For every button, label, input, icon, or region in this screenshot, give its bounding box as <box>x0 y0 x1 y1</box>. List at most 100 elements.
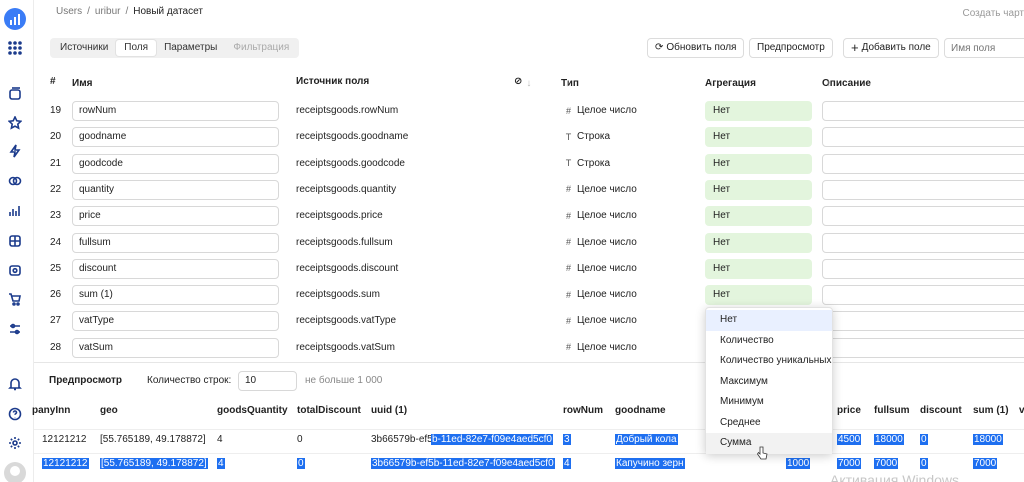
menu-item-max[interactable]: Максимум <box>706 372 832 393</box>
aggregation-select[interactable]: Нет <box>705 101 812 121</box>
breadcrumb-current: Новый датасет <box>133 6 203 17</box>
aggregation-select[interactable]: Нет <box>705 179 812 200</box>
plus-icon: + <box>851 40 859 55</box>
field-type-select[interactable]: # Целое число <box>564 263 637 274</box>
field-type-select[interactable]: # Целое число <box>564 184 637 195</box>
column-source[interactable]: Источник поля <box>296 76 369 87</box>
settings-gear-icon[interactable] <box>7 435 23 451</box>
hide-eye-icon[interactable]: ⊘ ↓ <box>514 76 531 89</box>
field-name-input[interactable]: sum (1) <box>72 285 279 306</box>
field-source: receiptsgoods.quantity <box>296 183 397 195</box>
help-icon[interactable] <box>7 406 23 422</box>
table-row: 12121212 [55.765189, 49.178872] 4 0 3b66… <box>34 429 1024 449</box>
aggregation-select[interactable]: Нет <box>705 285 812 306</box>
rows-count-input[interactable]: 10 <box>238 371 297 391</box>
fields-table-header: # Имя ↓ Источник поля ⊘ ↓ Тип ↓ Агрегация ↓ … <box>50 76 871 89</box>
field-type-select[interactable]: # Целое число <box>564 342 637 353</box>
field-source: receiptsgoods.discount <box>296 262 399 274</box>
notifications-bell-icon[interactable] <box>7 376 23 392</box>
field-type-select[interactable]: # Целое число <box>564 315 637 326</box>
field-type-select[interactable]: # Целое число <box>564 105 637 116</box>
aggregation-select[interactable]: Нет <box>705 232 812 253</box>
field-name-input[interactable]: rowNum <box>72 101 279 121</box>
aggregation-select[interactable]: Нет <box>705 127 812 148</box>
row-number: 25 <box>50 262 62 274</box>
field-name-input[interactable]: fullsum <box>72 232 279 253</box>
integer-type-icon: # <box>565 289 571 300</box>
add-field-button[interactable]: + Добавить поле <box>843 38 939 58</box>
field-name-input[interactable]: vatType <box>72 311 279 332</box>
field-search-input[interactable] <box>944 38 1024 58</box>
aggregation-dropdown-menu: Нет Количество Количество уникальных Мак… <box>705 307 833 454</box>
row-number: 20 <box>50 131 62 143</box>
create-chart-button[interactable]: Создать чарт <box>963 8 1024 19</box>
field-type-select[interactable]: T Строка <box>564 131 610 142</box>
tab-filtering: Фильтрация <box>233 42 290 53</box>
field-name-input[interactable]: vatSum <box>72 337 279 358</box>
aggregation-select[interactable]: Нет <box>705 206 812 227</box>
tab-parameters[interactable]: Параметры <box>156 40 225 56</box>
field-description-input[interactable] <box>822 232 1024 253</box>
cart-icon[interactable] <box>7 291 23 307</box>
breadcrumb-item-users[interactable]: Users <box>56 6 82 17</box>
field-description-input[interactable] <box>822 127 1024 148</box>
charts-icon[interactable] <box>7 203 23 219</box>
left-nav-rail <box>0 0 34 482</box>
dashboards-icon[interactable] <box>7 233 23 249</box>
lightning-icon[interactable] <box>7 143 23 159</box>
field-description-input[interactable] <box>822 153 1024 174</box>
aggregation-select[interactable]: Нет <box>705 153 812 174</box>
field-name-input[interactable]: quantity <box>72 179 279 200</box>
integer-type-icon: # <box>565 210 571 221</box>
integer-type-icon: # <box>565 237 571 247</box>
tab-fields[interactable]: Поля <box>116 40 157 56</box>
string-type-icon: T <box>565 131 572 142</box>
table-row: 20 goodname receiptsgoods.goodname T Строка Н… <box>34 124 1024 150</box>
menu-item-min[interactable]: Минимум <box>706 392 832 413</box>
field-type-select[interactable]: T Строка <box>564 158 610 169</box>
field-description-input[interactable] <box>822 285 1024 306</box>
connections-icon[interactable] <box>7 173 23 189</box>
menu-item-count[interactable]: Количество <box>706 331 832 352</box>
table-row: 23 price receiptsgoods.price # Целое число Не… <box>34 203 1024 229</box>
datalens-logo-icon[interactable] <box>4 8 26 30</box>
preview-button[interactable]: Предпросмотр <box>749 38 833 58</box>
user-avatar[interactable] <box>4 462 26 482</box>
datasets-icon[interactable] <box>7 262 23 278</box>
field-type-select[interactable]: # Целое число <box>564 289 637 300</box>
field-name-input[interactable]: price <box>72 206 279 227</box>
menu-item-sum[interactable]: Сумма <box>706 433 832 454</box>
preview-panel: Предпросмотр Количество строк: 10 не бол… <box>32 362 1024 482</box>
field-description-input[interactable] <box>822 206 1024 227</box>
row-number: 19 <box>50 105 62 116</box>
field-source: receiptsgoods.sum <box>296 289 380 301</box>
field-description-input[interactable] <box>822 258 1024 279</box>
field-description-input[interactable] <box>822 337 1024 358</box>
tab-sources[interactable]: Источники <box>52 40 116 56</box>
field-name-input[interactable]: goodname <box>72 127 279 148</box>
apps-grid-icon[interactable] <box>7 40 23 56</box>
field-type-select[interactable]: # Целое число <box>564 210 637 221</box>
table-row: 22 quantity receiptsgoods.quantity # Целое ч… <box>34 177 1024 203</box>
settings-sliders-icon[interactable] <box>7 321 23 337</box>
field-name-input[interactable]: discount <box>72 258 279 279</box>
collections-icon[interactable] <box>7 86 23 102</box>
favorites-star-icon[interactable] <box>7 115 23 131</box>
breadcrumb-item-uribur[interactable]: uribur <box>95 6 121 17</box>
field-type-select[interactable]: # Целое число <box>564 237 637 248</box>
table-row: 25 discount receiptsgoods.discount # Целое ч… <box>34 256 1024 282</box>
menu-item-count-unique[interactable]: Количество уникальных <box>706 351 832 372</box>
field-name-input[interactable]: goodcode <box>72 153 279 174</box>
field-description-input[interactable] <box>822 101 1024 121</box>
table-row: 12121212 [55.765189, 49.178872] 4 0 3b66… <box>34 453 1024 473</box>
refresh-fields-button[interactable]: ⟳ Обновить поля <box>647 38 745 58</box>
field-description-input[interactable] <box>822 311 1024 332</box>
table-row: 28 vatSum receiptsgoods.vatSum # Целое число <box>34 335 1024 361</box>
aggregation-select[interactable]: Нет <box>705 258 812 279</box>
preview-columns: panyInn geo goodsQuantity totalDiscount … <box>32 405 1024 416</box>
field-source: receiptsgoods.vatSum <box>296 341 395 353</box>
field-description-input[interactable] <box>822 179 1024 200</box>
menu-item-avg[interactable]: Среднее <box>706 413 832 434</box>
hand-cursor-icon <box>757 446 768 460</box>
menu-item-none[interactable]: Нет <box>706 310 832 331</box>
